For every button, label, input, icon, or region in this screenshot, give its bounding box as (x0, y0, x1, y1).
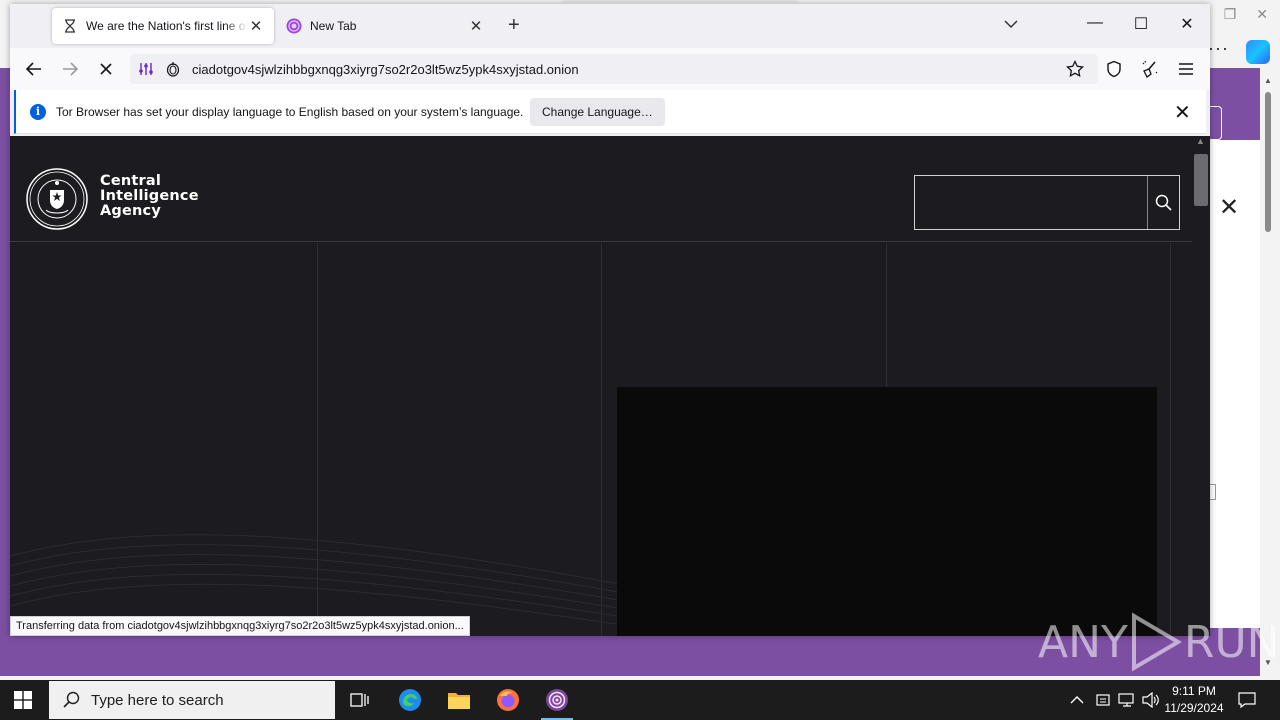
chevron-down-icon[interactable] (1004, 18, 1018, 32)
edge-browser-icon[interactable] (386, 680, 434, 720)
clock-date: 11/29/2024 (1164, 701, 1224, 715)
maximize-icon[interactable]: ☐ (1131, 14, 1151, 34)
notification-text: Tor Browser has set your display languag… (56, 105, 524, 119)
url-bar[interactable]: ciadotgov4sjwlzihbbgxnqg3xiyrg7so2r2o3lt… (130, 54, 1098, 84)
search-divider (1147, 176, 1148, 229)
web-page-content: Central Intelligence Agency ▲ (10, 136, 1210, 636)
watermark-text: RUN (1183, 616, 1280, 668)
tor-browser-window: We are the Nation's first line of defens… (10, 4, 1210, 636)
page-scrollbar[interactable]: ▲ (1192, 136, 1210, 636)
back-arrow-icon[interactable] (23, 58, 45, 80)
tab-cia[interactable]: We are the Nation's first line of defens… (52, 8, 274, 44)
status-bar-text: Transferring data from ciadotgov4sjwlzih… (10, 616, 470, 636)
taskbar-search-box[interactable]: Type here to search (48, 680, 336, 720)
new-identity-broom-icon[interactable] (1139, 58, 1161, 80)
anyrun-watermark: ANY RUN (1038, 612, 1280, 672)
tab-title: New Tab (310, 19, 357, 33)
navigation-bar: ciadotgov4sjwlzihbbgxnqg3xiyrg7so2r2o3lt… (10, 48, 1210, 90)
background-window-controls: ❐ ✕ (1224, 6, 1268, 23)
firefox-icon[interactable] (484, 680, 532, 720)
scroll-up-icon[interactable]: ▲ (1264, 76, 1272, 85)
background-scrollbar[interactable]: ▲ ▼ (1262, 74, 1274, 674)
tab-close-icon[interactable]: ✕ (248, 17, 264, 35)
hamburger-menu-icon[interactable] (1175, 58, 1197, 80)
taskbar-clock[interactable]: 9:11 PM 11/29/2024 (1158, 683, 1230, 717)
forward-arrow-icon[interactable] (59, 58, 81, 80)
minimize-icon[interactable]: — (1085, 14, 1105, 32)
network-icon[interactable] (1118, 680, 1136, 720)
file-explorer-icon[interactable] (435, 680, 483, 720)
column-divider (886, 243, 887, 388)
brand-line: Intelligence (100, 188, 199, 204)
scroll-up-icon[interactable]: ▲ (1196, 136, 1205, 146)
task-view-icon[interactable] (336, 680, 384, 720)
background-restore-icon[interactable]: ❐ (1224, 6, 1237, 23)
notifications-icon[interactable] (1238, 680, 1256, 720)
background-more-icon[interactable]: ··· (1208, 38, 1229, 59)
tab-bar: We are the Nation's first line of defens… (10, 4, 1210, 48)
watermark-text: ANY (1038, 616, 1128, 668)
copilot-icon[interactable] (1246, 40, 1270, 64)
brand-line: Central (100, 173, 162, 189)
stop-loading-icon[interactable] (95, 58, 117, 80)
language-notification-bar: i Tor Browser has set your display langu… (14, 90, 1206, 134)
hero-video-placeholder (617, 387, 1157, 636)
column-divider (1170, 243, 1171, 636)
site-search-input[interactable] (914, 175, 1180, 230)
info-icon: i (30, 104, 46, 120)
tor-browser-taskbar-icon[interactable] (533, 680, 581, 720)
close-window-icon[interactable]: ✕ (1177, 14, 1197, 34)
decorative-wave-lines (10, 534, 630, 627)
site-header: Central Intelligence Agency (10, 136, 1192, 242)
brand-line: Agency (100, 203, 162, 219)
taskbar-search-placeholder: Type here to search (91, 691, 224, 709)
tab-new-tab[interactable]: New Tab ✕ (276, 8, 494, 44)
security-tray-icon[interactable] (1096, 680, 1110, 720)
bookmark-star-icon[interactable] (1064, 58, 1086, 80)
search-icon[interactable] (1155, 194, 1172, 211)
background-scroll-thumb[interactable] (1265, 92, 1271, 232)
background-panel-close-icon[interactable]: ✕ (1219, 196, 1239, 220)
windows-start-icon[interactable] (14, 691, 32, 712)
site-brand-name[interactable]: Central Intelligence Agency (100, 174, 199, 219)
page-scroll-thumb[interactable] (1194, 154, 1208, 206)
notification-close-icon[interactable]: ✕ (1174, 100, 1191, 125)
windows-taskbar: Type here to search 9:11 PM 11/29/2024 (0, 680, 1280, 720)
onion-site-icon[interactable] (166, 61, 180, 80)
tab-title: We are the Nation's first line of defens… (86, 19, 248, 33)
cia-seal-logo[interactable] (26, 168, 88, 230)
hourglass-icon (62, 18, 78, 34)
url-text[interactable]: ciadotgov4sjwlzihbbgxnqg3xiyrg7so2r2o3lt… (192, 62, 579, 77)
search-icon (63, 691, 80, 708)
new-tab-plus-icon[interactable]: + (508, 14, 520, 37)
change-language-button[interactable]: Change Language… (530, 98, 665, 126)
clock-time: 9:11 PM (1172, 684, 1216, 698)
show-hidden-icons-chevron-icon[interactable] (1070, 680, 1084, 720)
tor-onion-icon (286, 18, 302, 34)
tor-circuit-icon[interactable] (138, 61, 154, 80)
background-close-icon[interactable]: ✕ (1256, 6, 1268, 23)
background-tab-strip (562, 0, 798, 3)
background-button-outline (1208, 106, 1222, 140)
tab-close-icon[interactable]: ✕ (468, 17, 484, 35)
play-triangle-icon (1131, 612, 1182, 672)
shield-icon[interactable] (1103, 58, 1125, 80)
